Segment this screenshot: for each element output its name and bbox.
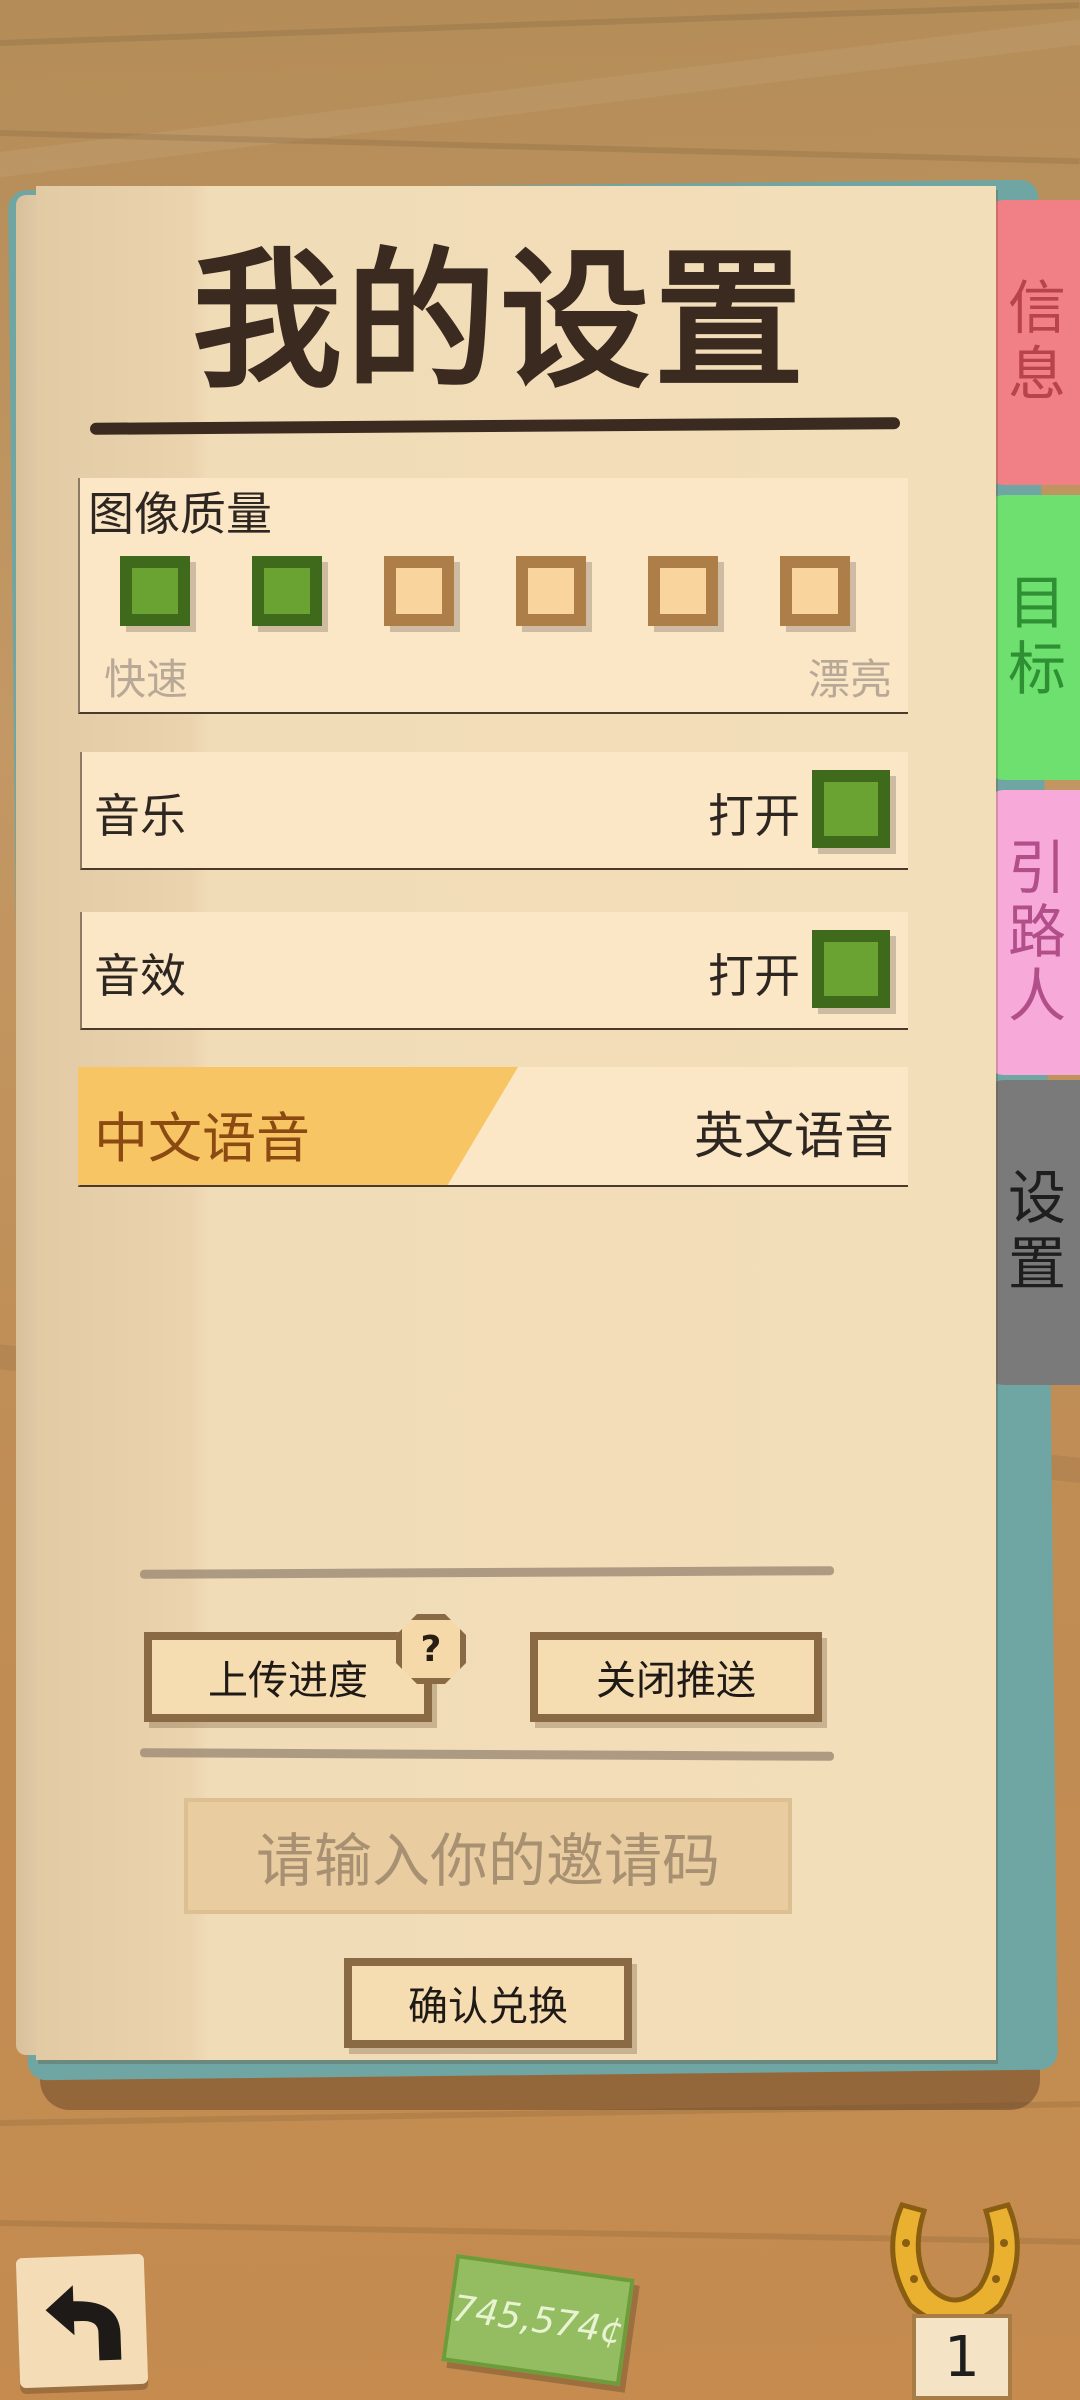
back-arrow-icon <box>45 2285 122 2361</box>
close-push-button[interactable]: 关闭推送 <box>530 1632 822 1722</box>
sfx-row: 音效 打开 <box>80 912 908 1030</box>
upload-progress-label: 上传进度 <box>208 1658 368 1704</box>
music-toggle[interactable] <box>812 770 890 848</box>
back-button[interactable] <box>15 2253 149 2389</box>
image-quality-label: 图像质量 <box>88 487 272 541</box>
tab-settings[interactable]: 设置 <box>984 1080 1080 1385</box>
quality-level-2[interactable] <box>252 556 322 626</box>
cash-icon: 745,574¢ <box>441 2254 635 2386</box>
wood-grain <box>0 130 1080 165</box>
money-amount: 745,574¢ <box>450 2287 626 2353</box>
quality-high-label: 漂亮 <box>807 655 892 704</box>
sfx-label: 音效 <box>94 949 186 1003</box>
sfx-state-text: 打开 <box>708 949 800 1003</box>
invite-code-input[interactable]: 请输入你的邀请码 <box>184 1798 792 1914</box>
quality-level-1[interactable] <box>120 556 190 626</box>
confirm-redeem-button[interactable]: 确认兑换 <box>344 1958 632 2048</box>
tab-goals-label: 目标 <box>998 571 1066 704</box>
invite-code-placeholder: 请输入你的邀请码 <box>255 1827 720 1895</box>
close-push-label: 关闭推送 <box>596 1658 756 1704</box>
help-badge-icon[interactable]: ? <box>396 1614 466 1684</box>
tab-settings-label: 设置 <box>998 1166 1066 1299</box>
quality-level-5[interactable] <box>648 556 718 626</box>
confirm-redeem-label: 确认兑换 <box>408 1984 568 2030</box>
voice-english-option[interactable]: 英文语音 <box>694 1096 894 1168</box>
tab-goals[interactable]: 目标 <box>984 495 1080 780</box>
music-row: 音乐 打开 <box>80 752 908 870</box>
image-quality-panel: 图像质量 快速 漂亮 <box>78 478 908 714</box>
voice-chinese-label: 中文语音 <box>94 1107 310 1170</box>
tab-info-label: 信息 <box>998 276 1066 409</box>
quality-level-4[interactable] <box>516 556 586 626</box>
music-label: 音乐 <box>94 789 186 843</box>
upload-progress-button[interactable]: 上传进度 <box>144 1632 432 1722</box>
page-title: 我的设置 <box>191 235 808 409</box>
tab-guide-label: 引路人 <box>998 836 1066 1029</box>
music-state-text: 打开 <box>708 789 800 843</box>
quality-level-3[interactable] <box>384 556 454 626</box>
tab-guide[interactable]: 引路人 <box>984 790 1080 1075</box>
help-badge-text: ? <box>420 1628 442 1670</box>
quality-level-6[interactable] <box>780 556 850 626</box>
sfx-toggle[interactable] <box>812 930 890 1008</box>
horseshoe-count: 1 <box>912 2314 1012 2400</box>
quality-low-label: 快速 <box>104 655 189 704</box>
wood-grain <box>0 2 1080 46</box>
